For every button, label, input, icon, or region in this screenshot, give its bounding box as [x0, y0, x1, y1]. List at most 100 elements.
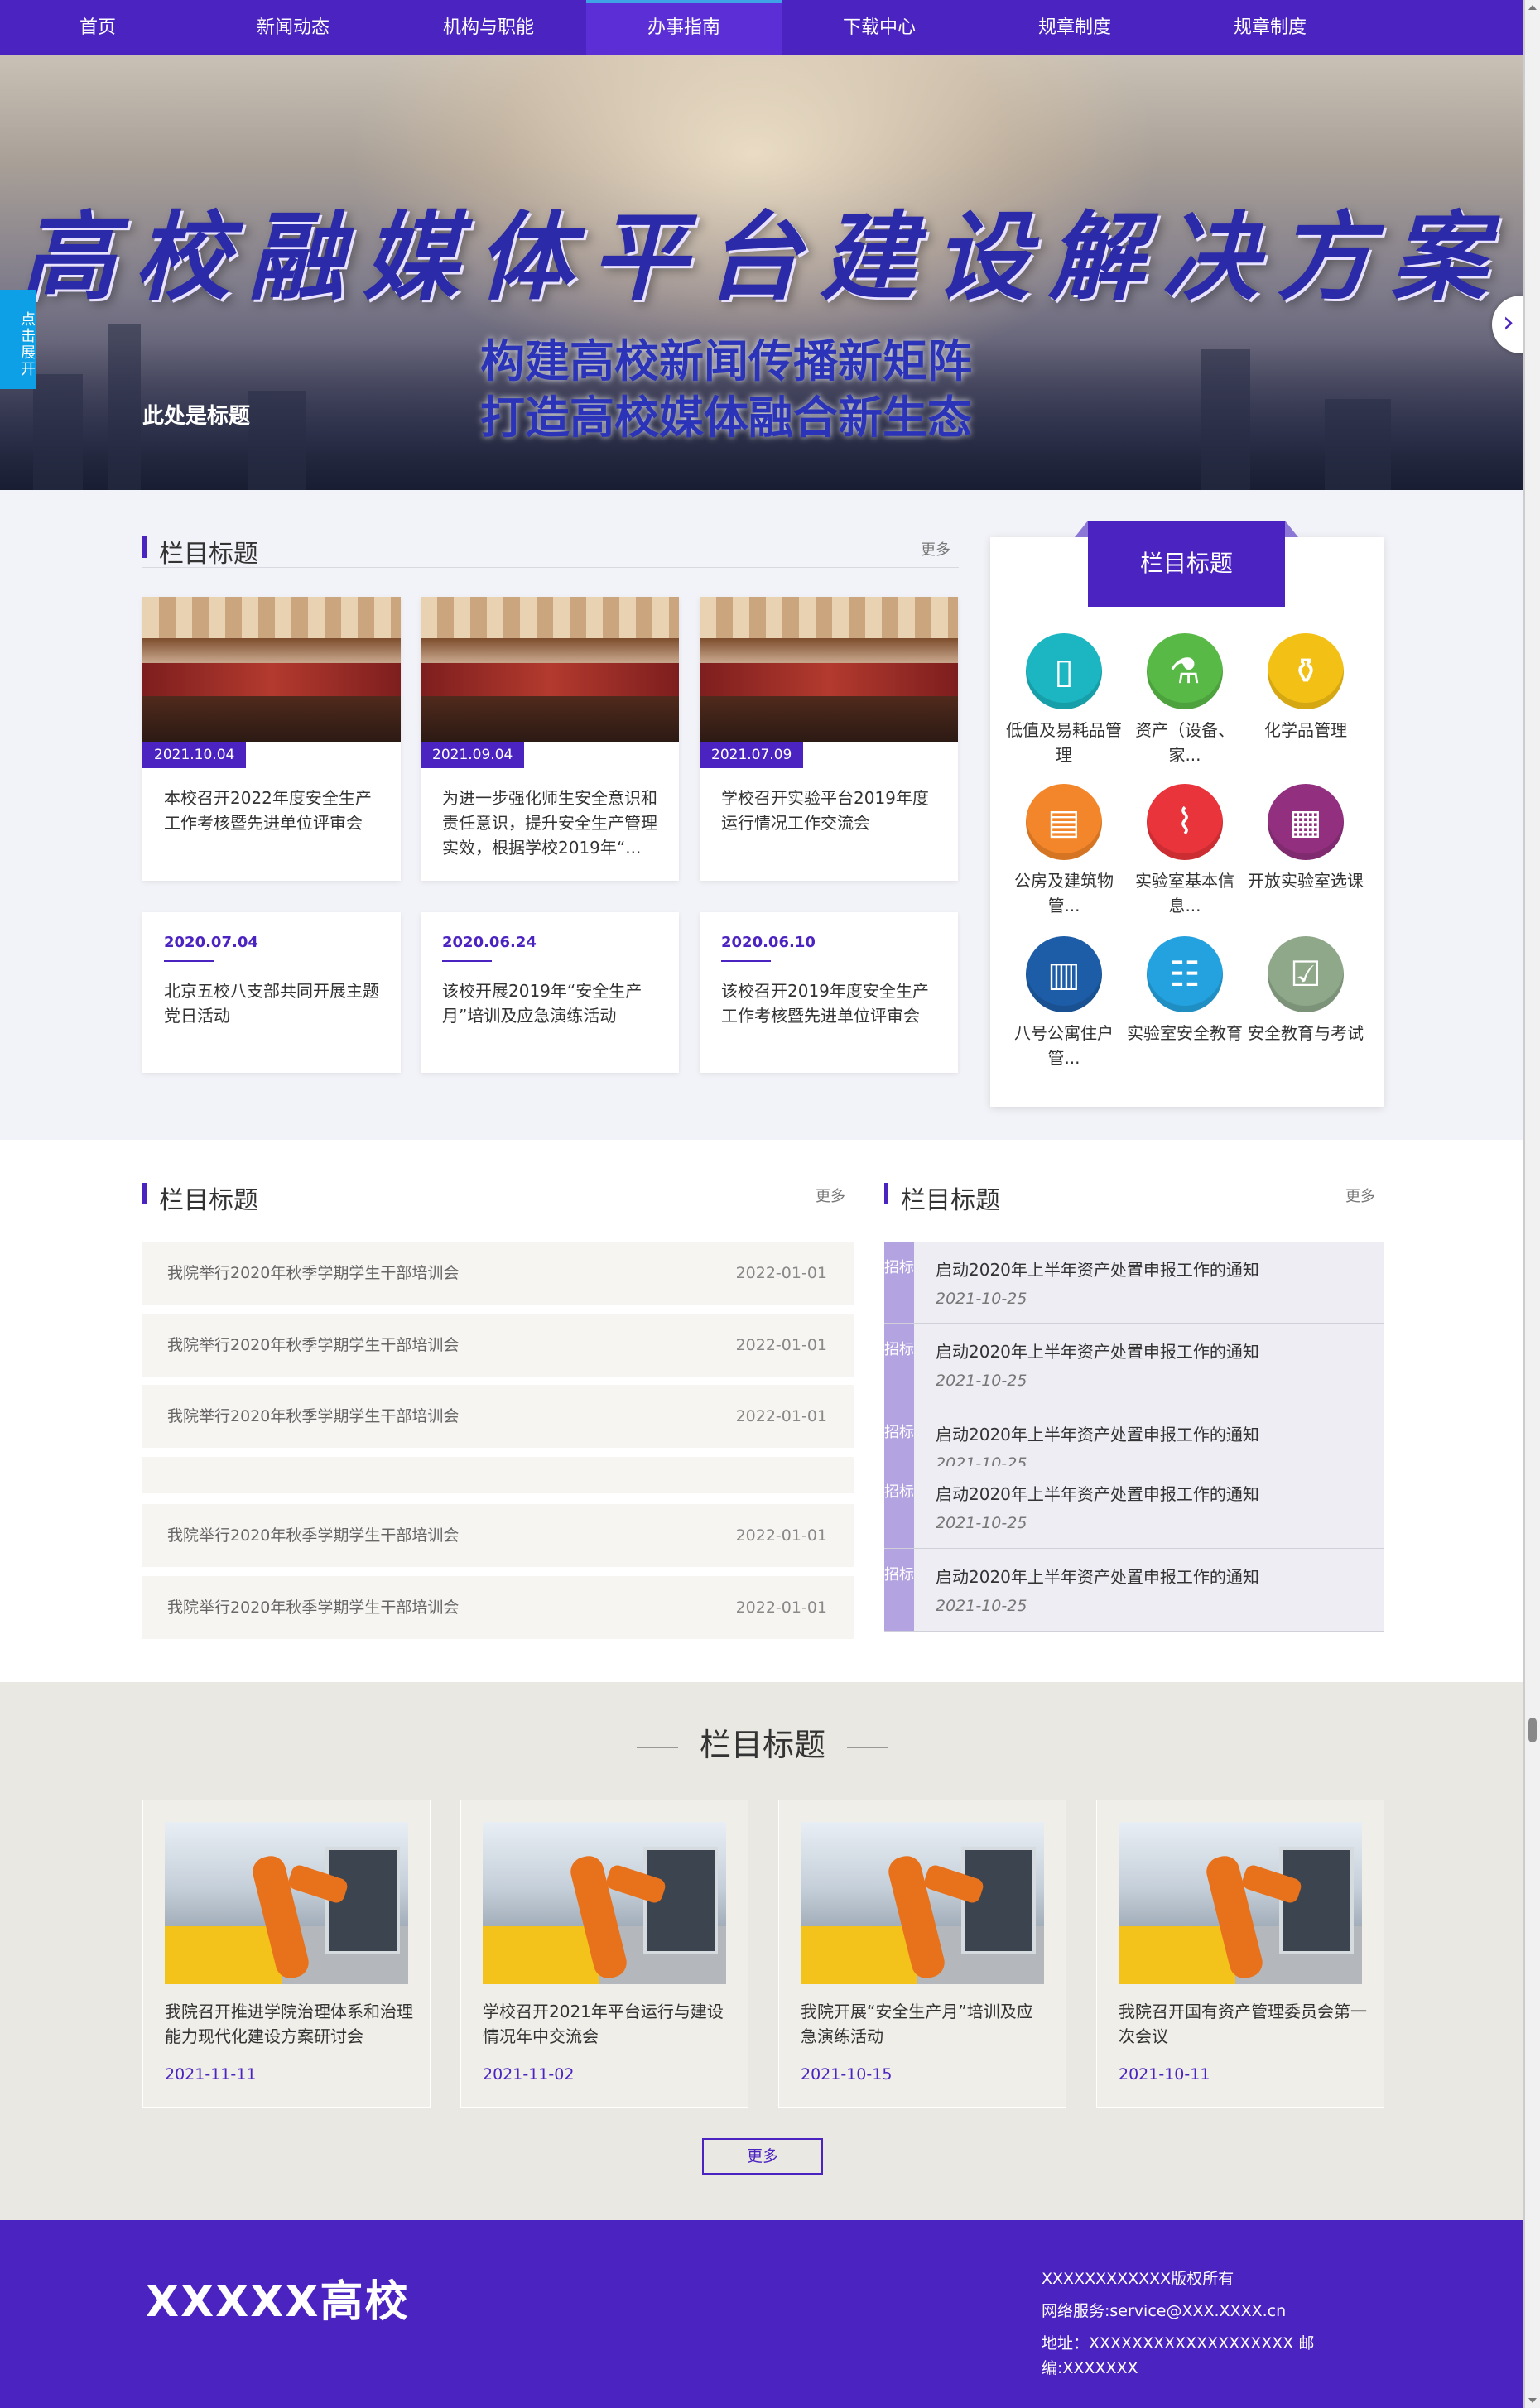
notice-item[interactable]: 招标 启动2020年上半年资产处置申报工作的通知 2021-10-25 [884, 1549, 1384, 1632]
service-item[interactable]: ▯ 低值及易耗品管理 [1003, 633, 1124, 767]
news-more-link[interactable]: 更多 [921, 538, 950, 560]
notice-item[interactable]: 招标 启动2020年上半年资产处置申报工作的通知 2021-10-25 [884, 1406, 1384, 1473]
service-item[interactable]: ▦ 开放实验室选课 [1245, 784, 1366, 893]
services-panel: 栏目标题 ▯ 低值及易耗品管理 ⚗ 资产（设备、家... ⚱ 化学品管理 ▤ 公… [990, 521, 1384, 1107]
scroll-up-icon[interactable] [1528, 5, 1537, 10]
service-label: 化学品管理 [1264, 720, 1347, 740]
news-card[interactable]: 2021.09.04 为进一步强化师生安全意识和责任意识，提升安全生产管理实效，… [421, 597, 679, 881]
banner-building [108, 324, 141, 490]
gallery-card[interactable]: 我院召开推进学院治理体系和治理能力现代化建设方案研讨会 2021-11-11 [142, 1800, 431, 2108]
building-icon: ▥ [1026, 936, 1102, 1012]
service-item[interactable]: ▤ 公房及建筑物管... [1003, 784, 1124, 918]
banner-building [33, 374, 83, 490]
service-label: 开放实验室选课 [1248, 871, 1364, 891]
top-nav: 首页 新闻动态 机构与职能 办事指南 下载中心 规章制度 规章制度 [0, 0, 1525, 55]
banner-building [1325, 399, 1391, 490]
list-item[interactable]: 我院举行2020年秋季学期学生干部培训会 2022-01-01 [142, 1385, 854, 1448]
news-card-plain[interactable]: 2020.06.24 该校开展2019年“安全生产月”培训及应急演练活动 [421, 912, 679, 1073]
footer-service: 网络服务:service@XXX.XXXX.cn [1042, 2302, 1287, 2320]
scrollbar-thumb[interactable] [1528, 1718, 1537, 1742]
news-card-text: 本校召开2022年度安全生产工作考核暨先进单位评审会 [164, 788, 372, 833]
notice-item[interactable]: 招标 启动2020年上半年资产处置申报工作的通知 2021-10-25 [884, 1242, 1384, 1324]
service-label: 公房及建筑物管... [1014, 871, 1114, 916]
side-expand-tab[interactable]: 点击展开 [0, 290, 36, 389]
notice-item[interactable]: 招标 启动2020年上半年资产处置申报工作的通知 2021-10-25 [884, 1324, 1384, 1406]
service-item[interactable]: ⚱ 化学品管理 [1245, 633, 1366, 743]
list-item[interactable] [142, 1457, 854, 1493]
banner-slogan-2: 打造高校媒体融合新生态 [480, 392, 972, 444]
page-scrollbar[interactable] [1525, 0, 1540, 2408]
nav-home[interactable]: 首页 [0, 0, 195, 55]
gallery-card-date: 2021-10-11 [1119, 2065, 1210, 2084]
news-card-date: 2021.09.04 [421, 742, 525, 768]
footer-brand: XXXXX高校 [146, 2277, 410, 2327]
news-card[interactable]: 2021.07.09 学校召开实验平台2019年度运行情况工作交流会 [700, 597, 958, 881]
list-more-link[interactable]: 更多 [816, 1185, 845, 1206]
header-accent [142, 536, 147, 558]
notice-text: 启动2020年上半年资产处置申报工作的通知 [936, 1567, 1259, 1587]
battery-icon: ▯ [1026, 633, 1102, 709]
service-item[interactable]: ⚗ 资产（设备、家... [1124, 633, 1245, 767]
news-card-date: 2021.10.04 [142, 742, 247, 768]
nav-rules[interactable]: 规章制度 [977, 0, 1172, 55]
gallery-card[interactable]: 学校召开2021年平台运行与建设情况年中交流会 2021-11-02 [460, 1800, 748, 2108]
gallery-card-text: 学校召开2021年平台运行与建设情况年中交流会 [483, 2002, 724, 2046]
notice-title: 栏目标题 [901, 1186, 1000, 1215]
microscope-icon: ⚗ [1147, 633, 1223, 709]
news-card-plain[interactable]: 2020.07.04 北京五校八支部共同开展主题党日活动 [142, 912, 401, 1073]
list-item-text: 我院举行2020年秋季学期学生干部培训会 [167, 1526, 460, 1545]
calendar-icon: ▦ [1268, 784, 1344, 860]
gallery-card[interactable]: 我院开展“安全生产月”培训及应急演练活动 2021-10-15 [778, 1800, 1066, 2108]
notice-tag: 招标 [884, 1466, 914, 1548]
gallery-card[interactable]: 我院召开国有资产管理委员会第一次会议 2021-10-11 [1096, 1800, 1384, 2108]
service-label: 实验室安全教育 [1127, 1023, 1243, 1043]
list-item[interactable]: 我院举行2020年秋季学期学生干部培训会 2022-01-01 [142, 1314, 854, 1377]
footer-copyright: XXXXXXXXXXXX版权所有 [1042, 2270, 1234, 2288]
list-item[interactable]: 我院举行2020年秋季学期学生干部培训会 2022-01-01 [142, 1242, 854, 1305]
news-card-image [142, 597, 401, 742]
list-title: 栏目标题 [159, 1186, 258, 1215]
gallery-card-text: 我院召开国有资产管理委员会第一次会议 [1119, 2002, 1367, 2046]
notice-item[interactable]: 招标 启动2020年上半年资产处置申报工作的通知 2021-10-25 [884, 1466, 1384, 1549]
notice-date: 2021-10-25 [936, 1514, 1027, 1532]
gallery-card-image [801, 1822, 1044, 1984]
news-card-date: 2020.06.10 [721, 934, 816, 951]
notice-tag: 招标 [884, 1324, 914, 1406]
notice-tag: 招标 [884, 1406, 914, 1466]
nav-download[interactable]: 下载中心 [782, 0, 977, 55]
nav-organization[interactable]: 机构与职能 [391, 0, 586, 55]
gallery-card-date: 2021-11-11 [165, 2065, 257, 2084]
nav-rules-2[interactable]: 规章制度 [1172, 0, 1368, 55]
gallery-title: 栏目标题 [0, 1719, 1525, 1765]
title-dash [847, 1746, 888, 1748]
service-item[interactable]: ☷ 实验室安全教育 [1124, 936, 1245, 1045]
banner-caption: 此处是标题 [142, 404, 251, 429]
nav-news[interactable]: 新闻动态 [195, 0, 391, 55]
list-item[interactable]: 我院举行2020年秋季学期学生干部培训会 2022-01-01 [142, 1504, 854, 1567]
notice-text: 启动2020年上半年资产处置申报工作的通知 [936, 1342, 1259, 1362]
list-item-text: 我院举行2020年秋季学期学生干部培训会 [167, 1264, 460, 1282]
list-item-date: 2022-01-01 [735, 1336, 827, 1354]
gallery-more-button[interactable]: 更多 [702, 2138, 823, 2175]
gallery-card-image [165, 1822, 408, 1984]
hero-banner[interactable]: 高校融媒体平台建设解决方案 构建高校新闻传播新矩阵 打造高校媒体融合新生态 此处… [0, 55, 1525, 490]
service-item[interactable]: ⌇ 实验室基本信息... [1124, 784, 1245, 918]
news-card[interactable]: 2021.10.04 本校召开2022年度安全生产工作考核暨先进单位评审会 [142, 597, 401, 881]
list-item[interactable]: 我院举行2020年秋季学期学生干部培训会 2022-01-01 [142, 1576, 854, 1639]
service-item[interactable]: ☑ 安全教育与考试 [1245, 936, 1366, 1045]
list-item-date: 2022-01-01 [735, 1264, 827, 1282]
notice-more-link[interactable]: 更多 [1345, 1185, 1375, 1206]
service-item[interactable]: ▥ 八号公寓住户管... [1003, 936, 1124, 1070]
news-card-date: 2021.07.09 [700, 742, 804, 768]
news-card-plain[interactable]: 2020.06.10 该校召开2019年度安全生产工作考核暨先进单位评审会 [700, 912, 958, 1073]
list-item-text: 我院举行2020年秋季学期学生干部培训会 [167, 1407, 460, 1425]
exam-icon: ☑ [1268, 936, 1344, 1012]
service-label: 实验室基本信息... [1135, 871, 1234, 916]
notice-text: 启动2020年上半年资产处置申报工作的通知 [936, 1484, 1259, 1504]
nav-guide[interactable]: 办事指南 [586, 0, 782, 55]
scroll-down-icon[interactable] [1528, 2398, 1537, 2403]
monitor-icon: ▤ [1026, 784, 1102, 860]
banner-building [1201, 349, 1250, 490]
news-card-image [421, 597, 679, 742]
notice-text: 启动2020年上半年资产处置申报工作的通知 [936, 1425, 1259, 1444]
